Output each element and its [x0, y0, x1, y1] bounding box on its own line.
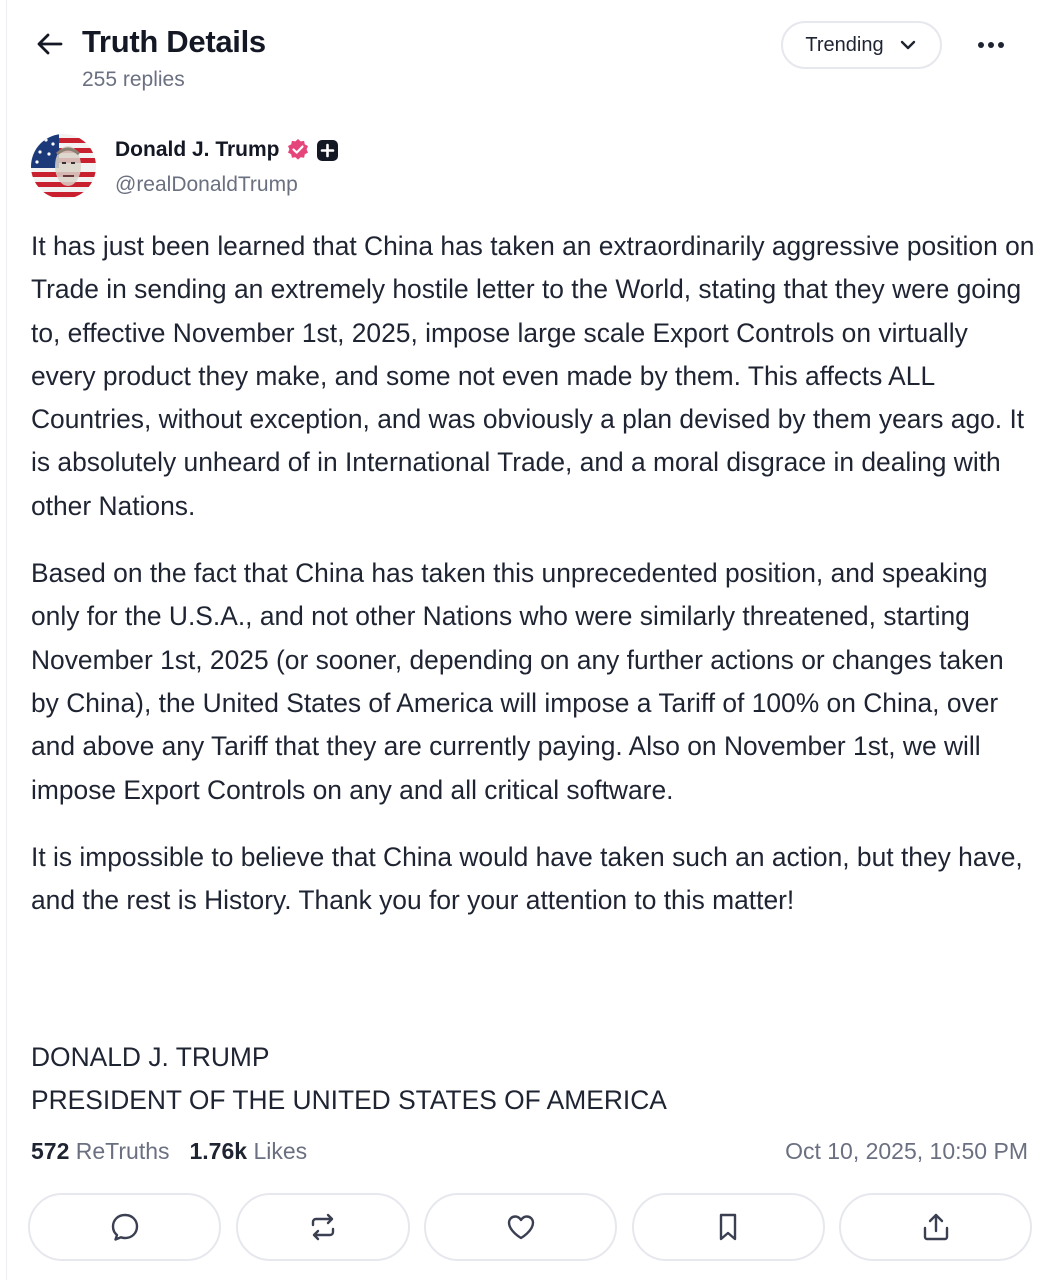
- verified-badge-icon: [287, 139, 308, 160]
- more-dot-icon: [978, 42, 984, 48]
- reply-icon: [111, 1213, 138, 1241]
- reply-count: 255 replies: [82, 68, 185, 91]
- more-options-button[interactable]: [970, 24, 1012, 66]
- page-edge-divider: [6, 0, 7, 1280]
- retruths-stat[interactable]: 572 ReTruths: [31, 1138, 170, 1165]
- action-bar: [28, 1193, 1032, 1261]
- post-paragraph: It has just been learned that China has …: [31, 231, 1035, 521]
- reply-button[interactable]: [28, 1193, 221, 1261]
- post-signature: DONALD J. TRUMP PRESIDENT OF THE UNITED …: [31, 1036, 667, 1122]
- avatar[interactable]: [31, 134, 96, 199]
- heart-icon: [507, 1215, 534, 1240]
- retruth-button[interactable]: [235, 1193, 410, 1261]
- author-name[interactable]: Donald J. Trump: [115, 138, 339, 162]
- share-button[interactable]: [839, 1193, 1032, 1261]
- share-icon: [923, 1213, 948, 1241]
- likes-stat[interactable]: 1.76k Likes: [190, 1138, 308, 1165]
- likes-label: Likes: [253, 1138, 308, 1164]
- sort-dropdown[interactable]: Trending: [781, 21, 942, 69]
- retruth-icon: [311, 1213, 334, 1241]
- chevron-down-icon: [900, 40, 915, 50]
- author-name-label: Donald J. Trump: [115, 138, 280, 161]
- bookmark-button[interactable]: [631, 1193, 825, 1261]
- signature-title: PRESIDENT OF THE UNITED STATES OF AMERIC…: [31, 1085, 667, 1115]
- like-button[interactable]: [424, 1193, 617, 1261]
- post-stats: 572 ReTruths 1.76k Likes: [31, 1138, 307, 1165]
- retruths-label: ReTruths: [75, 1138, 170, 1164]
- post-body: It has just been learned that China has …: [31, 225, 1036, 946]
- plus-badge-icon: [316, 139, 338, 161]
- post-paragraph: Based on the fact that China has taken t…: [31, 558, 1004, 805]
- more-dot-icon: [998, 42, 1004, 48]
- post-paragraph: It is impossible to believe that China w…: [31, 841, 1023, 916]
- author-handle[interactable]: @realDonaldTrump: [115, 173, 298, 197]
- arrow-left-icon: [37, 33, 63, 55]
- sort-dropdown-label: Trending: [805, 33, 884, 56]
- signature-name: DONALD J. TRUMP: [31, 1042, 270, 1072]
- likes-count: 1.76k: [189, 1138, 248, 1164]
- page-title: Truth Details: [82, 24, 266, 59]
- post-timestamp: Oct 10, 2025, 10:50 PM: [785, 1138, 1028, 1164]
- bookmark-icon: [719, 1213, 737, 1241]
- page-header: Truth Details 255 replies Trending: [0, 0, 1053, 110]
- retruths-count: 572: [31, 1138, 70, 1164]
- more-dot-icon: [988, 42, 994, 48]
- back-button[interactable]: [32, 26, 68, 62]
- avatar-image: [31, 134, 96, 199]
